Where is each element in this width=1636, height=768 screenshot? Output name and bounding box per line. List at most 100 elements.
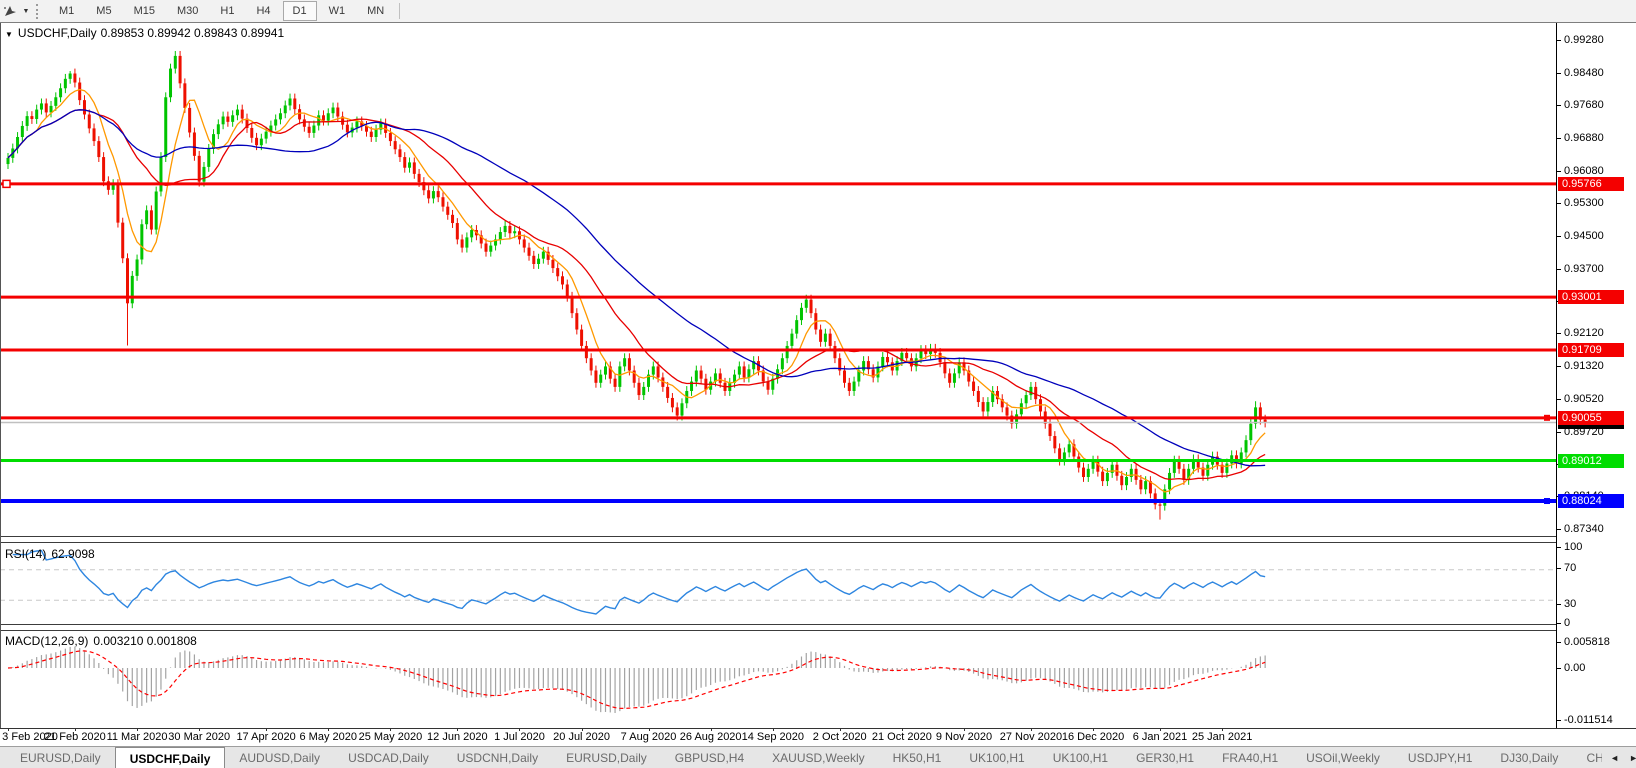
price-tick-label: 0.94500 — [1564, 230, 1604, 242]
axis-tick — [1557, 432, 1561, 433]
rsi-value: 62.9098 — [51, 547, 94, 561]
line-handle[interactable] — [1544, 415, 1550, 421]
date-label: 21 Feb 2020 — [44, 731, 106, 743]
period-button-H4[interactable]: H4 — [246, 1, 280, 21]
chart-tab-usdcad-daily[interactable]: USDCAD,Daily — [334, 747, 443, 768]
period-button-D1[interactable]: D1 — [283, 1, 317, 21]
price-tick-label: 0.98480 — [1564, 67, 1604, 79]
axis-tick — [1557, 399, 1561, 400]
period-button-group: M1M5M15M30H1H4D1W1MN — [48, 1, 404, 21]
macd-values: 0.003210 0.001808 — [93, 634, 196, 648]
toolbar-separator — [399, 3, 400, 19]
ma-line-slow[interactable] — [8, 110, 1265, 466]
chart-tab-uk100-h1[interactable]: UK100,H1 — [955, 747, 1038, 768]
level-price-label[interactable]: 0.91709 — [1558, 343, 1624, 357]
price-tick-label: 0.87340 — [1564, 523, 1604, 535]
chart-tab-usoil-weekly[interactable]: USOil,Weekly — [1292, 747, 1394, 768]
date-label: 21 Oct 2020 — [872, 731, 932, 743]
dropdown-caret-icon[interactable]: ▼ — [20, 8, 32, 15]
rsi-tick-label: 30 — [1564, 598, 1576, 610]
period-button-W1[interactable]: W1 — [319, 1, 356, 21]
timeframe-toolbar: ▼ M1M5M15M30H1H4D1W1MN — [0, 0, 1636, 23]
collapse-chart-icon[interactable]: ▼ — [5, 30, 13, 39]
time-axis-labels[interactable]: 3 Feb 202021 Feb 202011 Mar 202030 Mar 2… — [0, 730, 1556, 747]
period-button-M30[interactable]: M30 — [167, 1, 208, 21]
date-label: 25 May 2020 — [359, 731, 423, 743]
chart-tab-usdchf-daily[interactable]: USDCHF,Daily — [115, 747, 226, 768]
price-tick-label: 0.96080 — [1564, 165, 1604, 177]
rsi-line — [13, 551, 1265, 614]
period-button-M5[interactable]: M5 — [86, 1, 121, 21]
rsi-tick-label: 0 — [1564, 617, 1570, 629]
chart-tab-uk100-h1[interactable]: UK100,H1 — [1039, 747, 1122, 768]
date-label: 1 Jul 2020 — [494, 731, 545, 743]
date-label: 2 Oct 2020 — [813, 731, 867, 743]
tab-scroll-controls: ◄► — [1602, 747, 1636, 768]
level-price-label[interactable]: 0.88024 — [1558, 494, 1624, 508]
date-label: 14 Sep 2020 — [742, 731, 804, 743]
rsi-name-label: RSI(14) — [5, 547, 46, 561]
date-label: 20 Jul 2020 — [553, 731, 610, 743]
panel-separator[interactable] — [0, 536, 1636, 537]
chart-tab-eurusd-daily[interactable]: EURUSD,Daily — [552, 747, 661, 768]
trading-platform-window: ▼ M1M5M15M30H1H4D1W1MN ▼USDCHF,Daily0.89… — [0, 0, 1636, 768]
panel-separator[interactable] — [0, 624, 1636, 625]
date-label: 17 Apr 2020 — [236, 731, 295, 743]
chart-window[interactable]: ▼USDCHF,Daily0.89853 0.89942 0.89843 0.8… — [0, 22, 1636, 747]
axis-tick — [1557, 40, 1561, 41]
date-label: 26 Aug 2020 — [680, 731, 742, 743]
chart-tab-usdjpy-h1[interactable]: USDJPY,H1 — [1394, 747, 1486, 768]
price-tick-label: 0.90520 — [1564, 393, 1604, 405]
macd-panel[interactable] — [0, 631, 1556, 728]
chart-tab-eurusd-daily[interactable]: EURUSD,Daily — [6, 747, 115, 768]
line-handle[interactable] — [3, 180, 10, 187]
chart-tab-ger30-h1[interactable]: GER30,H1 — [1122, 747, 1208, 768]
chart-ohlc-values: 0.89853 0.89942 0.89843 0.89941 — [101, 26, 285, 40]
axis-tick — [1557, 668, 1561, 669]
date-label: 6 May 2020 — [300, 731, 357, 743]
level-price-label[interactable]: 0.89012 — [1558, 454, 1624, 468]
chart-tab-usdcnh-daily[interactable]: USDCNH,Daily — [443, 747, 552, 768]
chart-tab-gbpusd-h4[interactable]: GBPUSD,H4 — [661, 747, 758, 768]
period-button-M15[interactable]: M15 — [124, 1, 165, 21]
level-price-label[interactable]: 0.95766 — [1558, 177, 1624, 191]
price-tick-label: 0.99280 — [1564, 34, 1604, 46]
price-tick-label: 0.92120 — [1564, 327, 1604, 339]
macd-label-row: MACD(12,26,9) 0.003210 0.001808 — [5, 634, 197, 648]
price-tick-label: 0.93700 — [1564, 263, 1604, 275]
chart-tab-fra40-h1[interactable]: FRA40,H1 — [1208, 747, 1292, 768]
price-axis[interactable]: 0.992800.984800.976800.968800.960800.953… — [1557, 23, 1636, 728]
ma-line-mid[interactable] — [8, 110, 1265, 480]
tab-scroll-left-icon[interactable]: ◄ — [1610, 753, 1619, 763]
period-button-MN[interactable]: MN — [357, 1, 394, 21]
tab-scroll-right-icon[interactable]: ► — [1629, 753, 1636, 763]
date-label: 16 Dec 2020 — [1062, 731, 1124, 743]
axis-tick — [1557, 105, 1561, 106]
period-button-H1[interactable]: H1 — [210, 1, 244, 21]
axis-tick — [1557, 171, 1561, 172]
date-label: 6 Jan 2021 — [1133, 731, 1187, 743]
chart-tab-hk50-h1[interactable]: HK50,H1 — [879, 747, 956, 768]
chart-tab-dj30-daily[interactable]: DJ30,Daily — [1486, 747, 1572, 768]
macd-name-label: MACD(12,26,9) — [5, 634, 88, 648]
axis-tick — [1557, 269, 1561, 270]
price-tick-label: 0.95300 — [1564, 197, 1604, 209]
axis-tick — [1557, 547, 1561, 548]
axis-tick — [1557, 642, 1561, 643]
level-price-label[interactable]: 0.93001 — [1558, 290, 1624, 304]
panel-separator[interactable] — [0, 542, 1636, 543]
macd-tick-label: 0.005818 — [1564, 636, 1610, 648]
line-handle[interactable] — [1544, 498, 1550, 504]
rsi-panel[interactable] — [0, 544, 1556, 624]
chart-tab-xauusd-weekly[interactable]: XAUUSD,Weekly — [758, 747, 878, 768]
ma-line-fast[interactable] — [8, 90, 1265, 492]
axis-tick — [1557, 366, 1561, 367]
chart-tab-audusd-daily[interactable]: AUDUSD,Daily — [225, 747, 334, 768]
macd-tick-label: 0.00 — [1564, 662, 1585, 674]
cursor-tool-icon[interactable] — [0, 2, 20, 20]
level-price-label[interactable]: 0.90055 — [1558, 411, 1624, 425]
candlestick-chart[interactable] — [0, 23, 1556, 536]
date-label: 27 Nov 2020 — [1000, 731, 1062, 743]
price-tick-label: 0.96880 — [1564, 132, 1604, 144]
period-button-M1[interactable]: M1 — [49, 1, 84, 21]
